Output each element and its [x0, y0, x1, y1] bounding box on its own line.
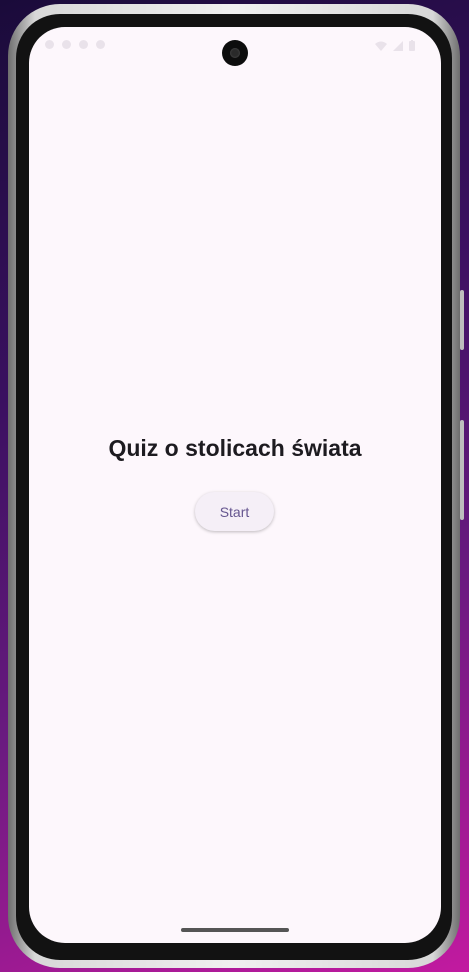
phone-screen: Quiz o stolicach świata Start: [29, 27, 441, 943]
home-indicator[interactable]: [181, 928, 289, 932]
start-button[interactable]: Start: [195, 492, 274, 531]
volume-button: [460, 420, 464, 520]
main-content: Quiz o stolicach świata Start: [29, 27, 441, 943]
page-title: Quiz o stolicach świata: [108, 435, 362, 461]
power-button: [460, 290, 464, 350]
